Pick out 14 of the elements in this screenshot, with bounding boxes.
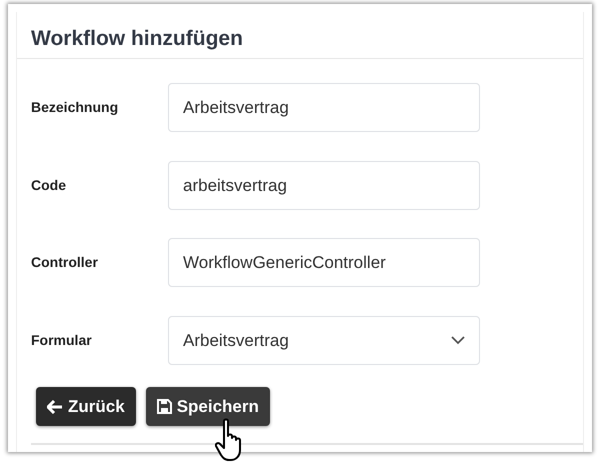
field-label: Code	[31, 176, 67, 195]
field-label: Formular	[31, 330, 93, 350]
input-field[interactable]: Arbeitsvertrag	[168, 83, 480, 132]
save-icon	[156, 399, 172, 414]
field-label: Bezeichnung	[31, 98, 120, 118]
select-field[interactable]: Arbeitsvertrag	[168, 316, 480, 365]
input-field[interactable]: WorkflowGenericController	[168, 238, 480, 288]
chevron-down-icon	[451, 336, 465, 345]
field-label: Controller	[31, 253, 99, 272]
arrow-left-icon	[47, 400, 63, 414]
back-button[interactable]: Zurück	[36, 387, 136, 426]
input-field[interactable]: arbeitsvertrag	[168, 160, 480, 210]
save-button[interactable]: Speichern	[146, 387, 270, 426]
page-title: Workflow hinzufügen	[17, 12, 583, 60]
